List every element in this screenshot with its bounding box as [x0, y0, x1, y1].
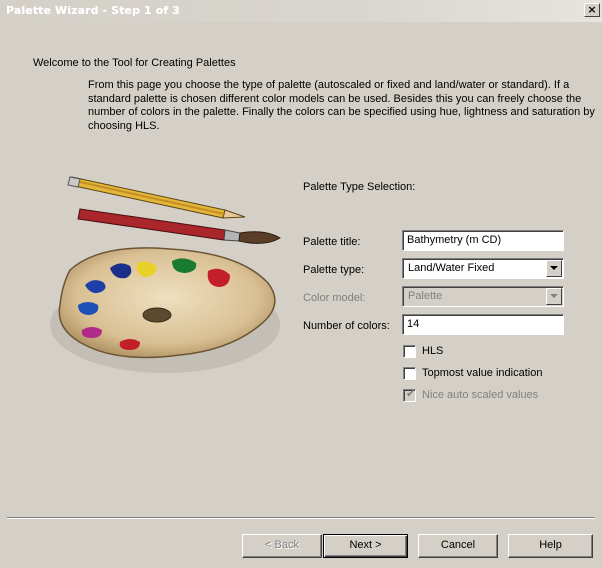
topmost-value-label: Topmost value indication: [422, 367, 543, 379]
hls-checkbox[interactable]: [403, 345, 416, 358]
number-of-colors-input[interactable]: 14: [402, 314, 564, 335]
checkmark-icon: ✔: [406, 387, 416, 400]
color-model-select[interactable]: Palette: [402, 286, 564, 307]
chevron-down-icon[interactable]: [546, 288, 562, 305]
welcome-heading: Welcome to the Tool for Creating Palette…: [33, 57, 236, 69]
palette-wizard-dialog: Palette Wizard - Step 1 of 3 × Welcome t…: [0, 0, 602, 568]
palette-type-value: Land/Water Fixed: [408, 262, 495, 274]
section-title: Palette Type Selection:: [303, 181, 416, 193]
magenta-paint: [81, 327, 102, 338]
color-model-label: Color model:: [303, 292, 366, 304]
cancel-button[interactable]: Cancel: [418, 534, 498, 558]
hls-label: HLS: [422, 345, 444, 357]
palette-type-label: Palette type:: [303, 264, 365, 276]
window-title: Palette Wizard - Step 1 of 3: [6, 4, 180, 17]
next-button[interactable]: Next >: [323, 534, 408, 558]
close-icon: ×: [587, 3, 597, 16]
nice-auto-scaled-label: Nice auto scaled values: [422, 389, 539, 401]
palette-title-input[interactable]: Bathymetry (m CD): [402, 230, 564, 251]
description-text: From this page you choose the type of pa…: [88, 79, 595, 132]
chevron-down-icon[interactable]: [546, 260, 562, 277]
close-button[interactable]: ×: [584, 3, 600, 17]
color-model-value: Palette: [408, 290, 443, 302]
palette-title-label: Palette title:: [303, 236, 361, 248]
nice-auto-scaled-checkbox[interactable]: ✔: [403, 387, 416, 402]
separator: [7, 517, 595, 519]
palette-type-select[interactable]: Land/Water Fixed: [402, 258, 564, 279]
brush-icon: [77, 208, 281, 244]
number-of-colors-label: Number of colors:: [303, 320, 390, 332]
title-bar[interactable]: Palette Wizard - Step 1 of 3 ×: [0, 0, 602, 22]
topmost-value-checkbox[interactable]: [403, 367, 416, 380]
painter-palette-icon: [50, 176, 281, 373]
thumb-hole: [142, 307, 172, 323]
help-button[interactable]: Help: [508, 534, 593, 558]
back-button[interactable]: < Back: [242, 534, 322, 558]
